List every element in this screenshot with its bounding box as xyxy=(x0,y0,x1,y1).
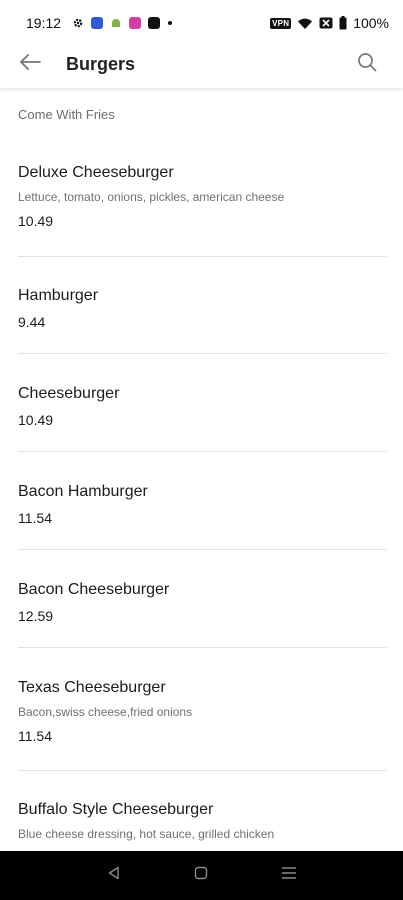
back-triangle-icon xyxy=(107,866,121,885)
nav-recents-button[interactable] xyxy=(269,856,309,896)
item-name: Cheeseburger xyxy=(18,385,120,402)
item-description: Bacon,swiss cheese,fried onions xyxy=(18,705,193,719)
item-description: Lettuce, tomato, onions, pickles, americ… xyxy=(18,190,285,204)
item-price: 10.49 xyxy=(18,213,54,229)
divider xyxy=(18,353,387,354)
divider xyxy=(18,256,387,257)
item-name: Hamburger xyxy=(18,287,99,304)
search-button[interactable] xyxy=(341,40,393,88)
divider xyxy=(18,451,387,452)
item-description: Blue cheese dressing, hot sauce, grilled… xyxy=(18,827,275,841)
menu-item-bacon-cheeseburger[interactable]: Bacon Cheeseburger 12.59 xyxy=(18,580,387,625)
status-right: VPN 100% xyxy=(270,15,389,31)
sim-icon xyxy=(319,17,333,29)
app-icon-black xyxy=(148,17,161,29)
search-icon xyxy=(357,52,377,77)
battery-icon xyxy=(339,16,347,30)
divider xyxy=(18,770,387,771)
menu-list: Come With Fries Deluxe Cheeseburger Lett… xyxy=(0,88,403,851)
nav-back-button[interactable] xyxy=(94,856,134,896)
item-price: 11.54 xyxy=(18,510,52,526)
menu-item-cheeseburger[interactable]: Cheeseburger 10.49 xyxy=(18,384,387,429)
menu-item-bacon-hamburger[interactable]: Bacon Hamburger 11.54 xyxy=(18,482,387,527)
item-price: 9.44 xyxy=(18,314,46,330)
app-icon-pink xyxy=(129,17,142,29)
menu-item-deluxe-cheeseburger[interactable]: Deluxe Cheeseburger Lettuce, tomato, oni… xyxy=(18,163,387,230)
item-name: Bacon Hamburger xyxy=(18,483,148,500)
item-price: 10.49 xyxy=(18,412,54,428)
nav-home-button[interactable] xyxy=(181,856,221,896)
menu-item-texas-cheeseburger[interactable]: Texas Cheeseburger Bacon,swiss cheese,fr… xyxy=(18,678,387,745)
item-name: Texas Cheeseburger xyxy=(18,679,166,696)
item-name: Bacon Cheeseburger xyxy=(18,581,170,598)
section-note: Come With Fries xyxy=(18,107,115,122)
wifi-icon xyxy=(297,17,313,30)
divider xyxy=(18,647,387,648)
menu-lines-icon xyxy=(281,866,297,885)
home-square-icon xyxy=(194,866,208,885)
status-left: 19:12 xyxy=(26,15,173,31)
app-bar: Burgers xyxy=(0,40,403,88)
android-icon xyxy=(110,17,122,29)
gear-icon xyxy=(72,17,84,29)
item-name: Deluxe Cheeseburger xyxy=(18,164,174,181)
page-title: Burgers xyxy=(66,53,136,74)
item-price: 12.59 xyxy=(18,608,54,624)
item-price: 11.54 xyxy=(18,728,52,744)
dot-icon xyxy=(167,20,173,26)
item-name: Buffalo Style Cheeseburger xyxy=(18,801,214,818)
screen: 19:12 VPN 100% Burgers Come With Fries D… xyxy=(0,0,403,900)
battery-percent: 100% xyxy=(353,15,389,31)
menu-item-hamburger[interactable]: Hamburger 9.44 xyxy=(18,286,387,331)
menu-item-buffalo-style-cheeseburger[interactable]: Buffalo Style Cheeseburger Blue cheese d… xyxy=(18,800,387,842)
back-arrow-icon xyxy=(19,53,41,76)
system-nav-bar xyxy=(0,851,403,900)
app-icon-blue xyxy=(91,17,104,29)
divider xyxy=(18,549,387,550)
vpn-icon: VPN xyxy=(270,17,292,29)
back-button[interactable] xyxy=(2,40,58,88)
status-time: 19:12 xyxy=(26,15,62,31)
